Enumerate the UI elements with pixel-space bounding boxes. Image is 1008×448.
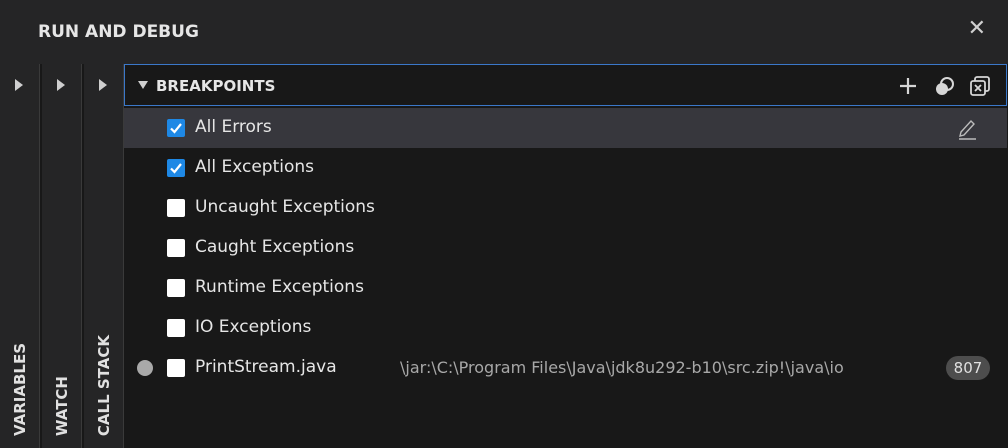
breakpoints-header[interactable]: BREAKPOINTS bbox=[124, 64, 1007, 106]
checkbox[interactable] bbox=[167, 119, 185, 137]
breakpoint-row[interactable]: Runtime Exceptions bbox=[124, 268, 1007, 308]
checkbox[interactable] bbox=[167, 199, 185, 217]
watch-section[interactable]: WATCH bbox=[42, 64, 82, 448]
watch-label: WATCH bbox=[52, 375, 71, 436]
variables-label: VARIABLES bbox=[10, 343, 29, 436]
breakpoint-row[interactable]: All Errors bbox=[124, 108, 1007, 148]
breakpoint-path: \jar:\C:\Program Files\Java\jdk8u292-b10… bbox=[400, 358, 844, 377]
remove-all-icon[interactable] bbox=[968, 74, 992, 98]
breakpoint-label: All Errors bbox=[195, 117, 272, 137]
breakpoints-panel: BREAKPOINTS All Errors All Exceptions Un… bbox=[124, 64, 1008, 448]
breakpoint-label: Runtime Exceptions bbox=[195, 277, 364, 297]
run-and-debug-header: RUN AND DEBUG ✕ bbox=[0, 0, 1008, 64]
breakpoint-row[interactable]: Caught Exceptions bbox=[124, 228, 1007, 268]
chevron-down-icon[interactable] bbox=[138, 81, 148, 89]
check-icon bbox=[170, 123, 182, 134]
breakpoint-label: Uncaught Exceptions bbox=[195, 197, 375, 217]
breakpoint-label: Caught Exceptions bbox=[195, 237, 355, 257]
checkbox[interactable] bbox=[167, 279, 185, 297]
checkbox[interactable] bbox=[167, 319, 185, 337]
call-stack-section[interactable]: CALL STACK bbox=[84, 64, 124, 448]
variables-section[interactable]: VARIABLES bbox=[0, 64, 40, 448]
breakpoint-dot-icon bbox=[137, 360, 153, 376]
breakpoint-row[interactable]: PrintStream.java \jar:\C:\Program Files\… bbox=[124, 348, 1007, 388]
view-title: RUN AND DEBUG bbox=[38, 22, 199, 42]
checkbox[interactable] bbox=[167, 159, 185, 177]
chevron-right-icon[interactable] bbox=[15, 79, 23, 91]
line-number-badge: 807 bbox=[946, 356, 990, 380]
edit-pencil-icon[interactable] bbox=[956, 116, 978, 140]
call-stack-label: CALL STACK bbox=[94, 334, 113, 436]
close-icon[interactable]: ✕ bbox=[968, 18, 986, 40]
breakpoint-row[interactable]: Uncaught Exceptions bbox=[124, 188, 1007, 228]
checkbox[interactable] bbox=[167, 239, 185, 257]
chevron-right-icon[interactable] bbox=[57, 79, 65, 91]
breakpoint-row[interactable]: All Exceptions bbox=[124, 148, 1007, 188]
chevron-right-icon[interactable] bbox=[99, 79, 107, 91]
add-icon[interactable] bbox=[896, 74, 920, 98]
breakpoints-title: BREAKPOINTS bbox=[156, 77, 276, 95]
breakpoint-row[interactable]: IO Exceptions bbox=[124, 308, 1007, 348]
breakpoint-label: PrintStream.java bbox=[195, 357, 337, 377]
breakpoint-label: All Exceptions bbox=[195, 157, 314, 177]
check-icon bbox=[170, 163, 182, 174]
toggle-activate-icon[interactable] bbox=[933, 74, 957, 98]
breakpoint-label: IO Exceptions bbox=[195, 317, 312, 337]
checkbox[interactable] bbox=[167, 359, 185, 377]
